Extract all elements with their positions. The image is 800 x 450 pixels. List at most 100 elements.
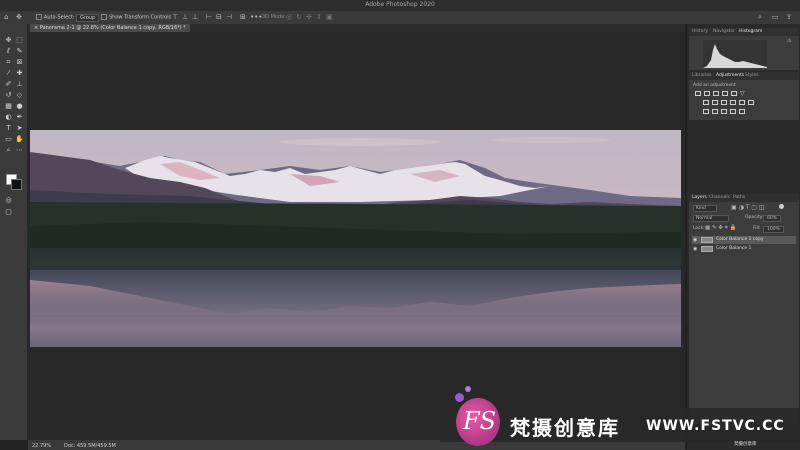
brightness-contrast-icon[interactable]: [695, 91, 701, 96]
quick-mask-icon[interactable]: ◎: [4, 196, 13, 205]
eraser-tool-icon[interactable]: ◇: [15, 91, 24, 100]
zoom-tool-icon[interactable]: ⌕: [4, 146, 13, 155]
search-icon[interactable]: ⌕: [758, 13, 762, 22]
move-tool-icon[interactable]: ✥: [4, 36, 13, 45]
blur-tool-icon[interactable]: ●: [15, 102, 24, 111]
align-right-icon[interactable]: ⊣: [226, 13, 232, 22]
vibrance-triangle-icon[interactable]: ▽: [740, 90, 745, 97]
crop-tool-icon[interactable]: ⌗: [4, 58, 13, 67]
3d-orbit-icon[interactable]: ◎: [286, 13, 292, 22]
tab-libraries[interactable]: Libraries: [692, 73, 711, 78]
visibility-eye-icon[interactable]: ◉: [693, 246, 697, 252]
align-top-icon[interactable]: ⊤: [172, 13, 178, 22]
threshold-icon[interactable]: [721, 109, 727, 114]
type-tool-icon[interactable]: T: [4, 124, 13, 133]
marquee-tool-icon[interactable]: ⬚: [15, 36, 24, 45]
layer-row[interactable]: ◉ Color Balance 1: [692, 245, 796, 253]
brush-tool-icon[interactable]: ✐: [4, 80, 13, 89]
histogram-panel-tabs: History Navigator Histogram: [689, 28, 799, 36]
gradient-map-icon[interactable]: [730, 109, 736, 114]
tab-adjustments[interactable]: Adjustments: [716, 73, 744, 78]
layer-name[interactable]: Color Balance 1 copy: [716, 236, 764, 244]
frame-tool-icon[interactable]: ⊠: [15, 58, 24, 67]
layer-mask-thumbnail[interactable]: [701, 246, 713, 252]
shape-tool-icon[interactable]: ▭: [4, 135, 13, 144]
3d-scale-icon[interactable]: ▣: [326, 13, 333, 22]
tab-paths[interactable]: Paths: [733, 195, 745, 200]
history-brush-tool-icon[interactable]: ↺: [4, 91, 13, 100]
visibility-eye-icon[interactable]: ◉: [693, 237, 697, 243]
title-bar: Adobe Photoshop 2020: [0, 0, 800, 18]
transform-controls-checkbox[interactable]: Show Transform Controls: [101, 14, 171, 21]
layer-mask-thumbnail[interactable]: [701, 237, 713, 243]
layer-filter-dropdown[interactable]: Kind: [693, 205, 717, 212]
invert-icon[interactable]: [703, 109, 709, 114]
levels-icon[interactable]: [704, 91, 710, 96]
selective-color-icon[interactable]: [739, 109, 745, 114]
hand-tool-icon[interactable]: ✋: [15, 135, 24, 144]
eyedropper-tool-icon[interactable]: ⁄: [4, 69, 13, 78]
gradient-tool-icon[interactable]: ▦: [4, 102, 13, 111]
3d-pan-icon[interactable]: ✣: [306, 13, 312, 22]
tools-panel: ✥ ⬚ ℓ ✎ ⌗ ⊠ ⁄ ✚ ✐ ⊥ ↺ ◇ ▦ ● ◐ ✒ T ➤ ▭ ✋ …: [0, 24, 28, 440]
align-middle-icon[interactable]: ⊥: [182, 13, 188, 22]
document-tab[interactable]: × Panorama 2-1 @ 22.8% (Color Balance 1 …: [30, 24, 190, 32]
auto-select-checkbox[interactable]: Auto-Select:: [36, 14, 75, 21]
zoom-level[interactable]: 22.79%: [32, 443, 51, 449]
photo-filter-icon[interactable]: [730, 100, 736, 105]
3d-slide-icon[interactable]: ⇕: [316, 13, 322, 22]
window-title: Adobe Photoshop 2020: [365, 1, 435, 8]
exposure-icon[interactable]: [722, 91, 728, 96]
posterize-icon[interactable]: [712, 109, 718, 114]
tab-styles[interactable]: Styles: [745, 73, 759, 78]
align-left-icon[interactable]: ⊢: [206, 13, 212, 22]
background-color-swatch[interactable]: [11, 179, 22, 190]
quick-select-tool-icon[interactable]: ✎: [15, 47, 24, 56]
histogram-panel: History Navigator Histogram ⚠: [689, 28, 799, 70]
panorama-image[interactable]: [30, 130, 681, 347]
black-white-icon[interactable]: [721, 100, 727, 105]
fill-field[interactable]: 100%: [763, 226, 784, 233]
lock-icons[interactable]: ▦ ✎ ✥ ⌗ 🔒: [705, 225, 736, 232]
document-info[interactable]: Doc: 459.5M/459.5M: [64, 443, 116, 449]
opacity-field[interactable]: 60%: [763, 215, 782, 222]
workspace-icon[interactable]: ▭: [772, 13, 779, 22]
lasso-tool-icon[interactable]: ℓ: [4, 47, 13, 56]
lock-label: Lock:: [693, 226, 705, 231]
dodge-tool-icon[interactable]: ◐: [4, 113, 13, 122]
pen-tool-icon[interactable]: ✒: [15, 113, 24, 122]
hue-saturation-icon[interactable]: [703, 100, 709, 105]
tab-history[interactable]: History: [692, 29, 708, 34]
share-icon[interactable]: ⇪: [786, 13, 792, 22]
filter-toggle-icon[interactable]: [779, 204, 784, 209]
healing-tool-icon[interactable]: ✚: [15, 69, 24, 78]
channel-mixer-icon[interactable]: [739, 100, 745, 105]
more-tools-icon[interactable]: ⋯: [15, 146, 24, 155]
watermark-logo: FS: [456, 398, 500, 446]
tab-navigator[interactable]: Navigator: [713, 29, 735, 34]
color-lookup-icon[interactable]: [748, 100, 754, 105]
align-bottom-icon[interactable]: ⊥: [192, 13, 198, 22]
refresh-icon[interactable]: ⚠: [787, 38, 791, 44]
align-center-icon[interactable]: ⊟: [216, 13, 222, 22]
color-balance-icon[interactable]: [712, 100, 718, 105]
more-options-icon[interactable]: •••: [250, 13, 262, 22]
move-tool-icon[interactable]: ✥: [16, 13, 22, 22]
distribute-icon[interactable]: ⊞: [240, 13, 246, 22]
stamp-tool-icon[interactable]: ⊥: [15, 80, 24, 89]
auto-select-dropdown[interactable]: Group: [76, 14, 100, 22]
vibrance-icon[interactable]: [731, 91, 737, 96]
curves-icon[interactable]: [713, 91, 719, 96]
filter-pixel-icon[interactable]: ▣ ◑ T ▢ ◫: [731, 204, 765, 211]
3d-mode-label: 3D Mode:: [262, 14, 286, 20]
tab-channels[interactable]: Channels: [709, 195, 730, 200]
layer-name[interactable]: Color Balance 1: [716, 245, 751, 253]
blend-mode-dropdown[interactable]: Normal: [693, 215, 730, 222]
screen-mode-icon[interactable]: ▢: [4, 208, 13, 217]
home-icon[interactable]: ⌂: [4, 13, 8, 22]
tab-histogram[interactable]: Histogram: [739, 29, 762, 34]
tab-layers[interactable]: Layers: [692, 195, 707, 200]
layer-row[interactable]: ◉ Color Balance 1 copy: [692, 236, 796, 244]
path-select-tool-icon[interactable]: ➤: [15, 124, 24, 133]
3d-roll-icon[interactable]: ↻: [296, 13, 302, 22]
